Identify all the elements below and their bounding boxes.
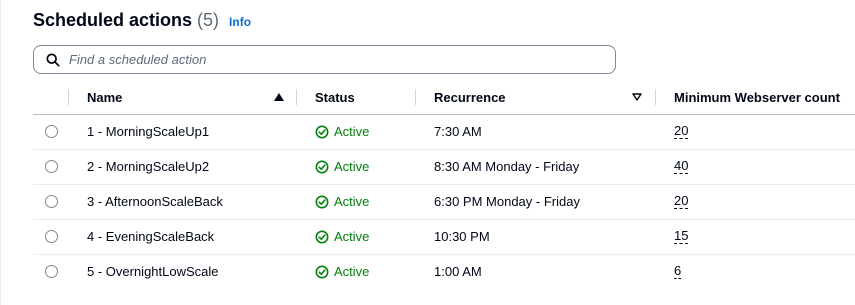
status-positive-icon: [315, 265, 329, 278]
status-text: Active: [334, 264, 370, 279]
row-recurrence: 1:00 AM: [434, 264, 482, 279]
status-positive-icon: [315, 125, 329, 138]
search-bar[interactable]: [33, 45, 616, 74]
row-name: 3 - AfternoonScaleBack: [87, 194, 223, 209]
status-text: Active: [334, 159, 370, 174]
status-positive-icon: [315, 195, 329, 208]
table-row[interactable]: 3 - AfternoonScaleBack Active 6:30 PM Mo…: [33, 184, 855, 220]
min-count-value[interactable]: 40: [674, 159, 689, 174]
status-indicator: Active: [315, 184, 369, 219]
row-radio-button[interactable]: [45, 265, 58, 278]
column-separator: [415, 89, 416, 105]
table-row[interactable]: 2 - MorningScaleUp2 Active 8:30 AM Monda…: [33, 149, 855, 185]
item-count: (5): [197, 10, 220, 30]
section-title: Scheduled actions: [33, 10, 193, 30]
min-count-value[interactable]: 20: [674, 194, 689, 209]
sort-ascending-icon[interactable]: [274, 80, 284, 114]
column-separator: [68, 89, 69, 105]
row-name: 5 - OvernightLowScale: [87, 264, 219, 279]
min-count-value[interactable]: 15: [674, 229, 689, 244]
table-header: Name Status Recurrence Minimum Webserver…: [33, 80, 855, 115]
row-radio-button[interactable]: [45, 125, 58, 138]
info-link[interactable]: Info: [229, 15, 251, 29]
search-input[interactable]: [67, 51, 591, 68]
row-radio-button[interactable]: [45, 195, 58, 208]
table-row[interactable]: 5 - OvernightLowScale Active 1:00 AM 6: [33, 254, 855, 289]
column-header-status[interactable]: Status: [315, 80, 355, 114]
panel-border: [0, 0, 6, 305]
row-radio-button[interactable]: [45, 230, 58, 243]
status-indicator: Active: [315, 114, 369, 149]
column-separator: [655, 89, 656, 105]
row-name: 1 - MorningScaleUp1: [87, 124, 210, 139]
status-indicator: Active: [315, 219, 369, 254]
column-header-min-count[interactable]: Minimum Webserver count: [674, 80, 840, 114]
table-row[interactable]: 1 - MorningScaleUp1 Active 7:30 AM 20: [33, 114, 855, 150]
sort-unsorted-icon[interactable]: [632, 80, 642, 114]
min-count-value[interactable]: 6: [674, 264, 682, 279]
min-count-value[interactable]: 20: [674, 124, 689, 139]
row-recurrence: 10:30 PM: [434, 229, 490, 244]
column-header-recurrence[interactable]: Recurrence: [434, 80, 506, 114]
table-row[interactable]: 4 - EveningScaleBack Active 10:30 PM 15: [33, 219, 855, 255]
search-icon: [46, 52, 60, 67]
row-name: 2 - MorningScaleUp2: [87, 159, 210, 174]
status-positive-icon: [315, 160, 329, 173]
status-text: Active: [334, 194, 370, 209]
row-recurrence: 7:30 AM: [434, 124, 482, 139]
status-indicator: Active: [315, 254, 369, 289]
row-radio-button[interactable]: [45, 160, 58, 173]
status-indicator: Active: [315, 149, 369, 184]
status-text: Active: [334, 124, 370, 139]
row-name: 4 - EveningScaleBack: [87, 229, 215, 244]
status-text: Active: [334, 229, 370, 244]
row-recurrence: 8:30 AM Monday - Friday: [434, 159, 580, 174]
section-header: Scheduled actions (5) Info: [33, 10, 251, 31]
column-header-name[interactable]: Name: [87, 80, 122, 114]
column-separator: [296, 89, 297, 105]
row-recurrence: 6:30 PM Monday - Friday: [434, 194, 580, 209]
status-positive-icon: [315, 230, 329, 243]
